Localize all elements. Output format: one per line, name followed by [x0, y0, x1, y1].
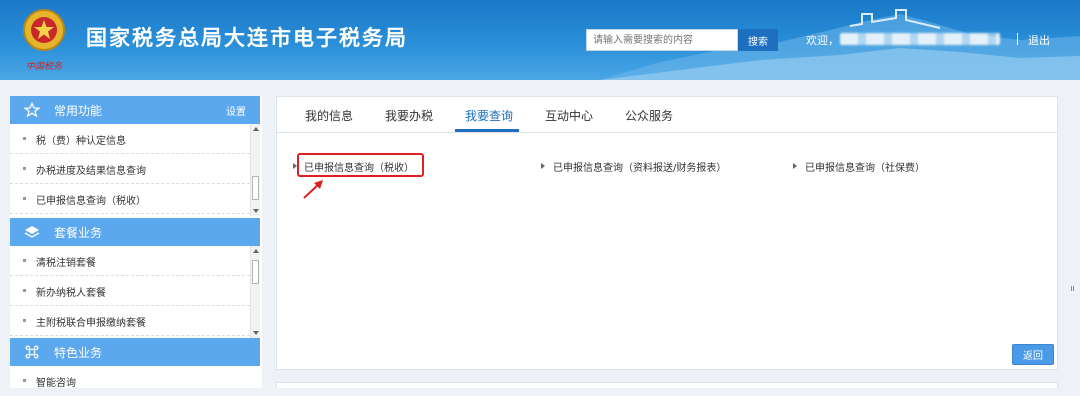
- highlight-annotation-box: [297, 153, 424, 177]
- caret-right-icon: [541, 163, 545, 169]
- section-title: 特色业务: [54, 346, 103, 360]
- menu-item[interactable]: 已申报信息查询（税收）: [10, 184, 250, 214]
- scroll-thumb[interactable]: [252, 260, 259, 284]
- caret-right-icon: [793, 163, 797, 169]
- annotation-arrow-icon: [303, 180, 323, 199]
- query-link-financial-reports[interactable]: 已申报信息查询（资料报送/财务报表）: [553, 159, 726, 174]
- section-header-packages[interactable]: 套餐业务: [10, 218, 260, 246]
- scroll-up-icon[interactable]: [253, 127, 259, 131]
- menu-item-label: 新办纳税人套餐: [36, 288, 106, 299]
- menu-item-label: 税（费）种认定信息: [36, 136, 126, 147]
- site-title: 国家税务总局大连市电子税务局: [86, 26, 408, 50]
- page-scroll-grip-icon[interactable]: [1071, 286, 1074, 291]
- menu-item[interactable]: 税（费）种认定信息: [10, 124, 250, 154]
- menu-item-label: 智能咨询: [36, 378, 76, 389]
- bullet-icon: [23, 197, 26, 200]
- sidebar: 常用功能 设置 税（费）种认定信息 办税进度及结果信息查询 已申报信息查询（税收…: [10, 96, 262, 389]
- menu-item-label: 主附税联合申报缴纳套餐: [36, 318, 146, 329]
- top-header: 中国税务 国家税务总局大连市电子税务局 搜索 欢迎， 退出: [0, 0, 1080, 80]
- lower-panel-edge: [276, 382, 1058, 388]
- tab-query[interactable]: 我要查询: [465, 107, 513, 124]
- tab-public-service[interactable]: 公众服务: [625, 107, 673, 124]
- bullet-icon: [23, 259, 26, 262]
- bullet-icon: [23, 167, 26, 170]
- scroll-up-icon[interactable]: [253, 249, 259, 253]
- menu-item-label: 办税进度及结果信息查询: [36, 166, 146, 177]
- tab-my-info[interactable]: 我的信息: [305, 107, 353, 124]
- bullet-icon: [23, 319, 26, 322]
- query-link-social-security[interactable]: 已申报信息查询（社保费）: [805, 159, 925, 174]
- sidebar-scrollbar[interactable]: [250, 124, 260, 216]
- section-header-common[interactable]: 常用功能 设置: [10, 96, 260, 124]
- menu-item[interactable]: 智能咨询: [10, 366, 250, 396]
- layers-icon: [24, 226, 40, 238]
- svg-text:中国税务: 中国税务: [26, 61, 63, 72]
- tab-interaction[interactable]: 互动中心: [545, 107, 593, 124]
- welcome-text: 欢迎，: [806, 34, 839, 47]
- tab-bar: 我的信息 我要办税 我要查询 互动中心 公众服务: [277, 97, 1057, 133]
- main-panel: 我的信息 我要办税 我要查询 互动中心 公众服务 已申报信息查询（税收） 已申报…: [276, 96, 1058, 370]
- star-icon: [24, 102, 40, 118]
- scroll-thumb[interactable]: [252, 176, 259, 200]
- blurred-username: [840, 33, 1000, 45]
- menu-item[interactable]: 清税注销套餐: [10, 246, 250, 276]
- section-title: 常用功能: [54, 104, 103, 118]
- scroll-down-icon[interactable]: [253, 331, 259, 335]
- sidebar-scrollbar[interactable]: [250, 246, 260, 338]
- settings-link[interactable]: 设置: [226, 103, 246, 118]
- tab-do-tax[interactable]: 我要办税: [385, 107, 433, 124]
- bullet-icon: [23, 137, 26, 140]
- search-button[interactable]: 搜索: [738, 29, 778, 51]
- bullet-icon: [23, 289, 26, 292]
- command-icon: [25, 345, 39, 359]
- section-header-special[interactable]: 特色业务: [10, 338, 260, 366]
- tax-emblem-logo: 中国税务: [23, 9, 65, 72]
- active-tab-indicator: [455, 129, 519, 132]
- bullet-icon: [23, 379, 26, 382]
- header-divider: [1017, 33, 1018, 45]
- back-button[interactable]: 返回: [1012, 344, 1054, 365]
- search-input[interactable]: [586, 29, 738, 51]
- menu-item-label: 清税注销套餐: [36, 258, 96, 269]
- scroll-down-icon[interactable]: [253, 209, 259, 213]
- menu-item[interactable]: 办税进度及结果信息查询: [10, 154, 250, 184]
- menu-item[interactable]: 新办纳税人套餐: [10, 276, 250, 306]
- menu-item[interactable]: 主附税联合申报缴纳套餐: [10, 306, 250, 336]
- section-title: 套餐业务: [54, 226, 103, 240]
- logout-link[interactable]: 退出: [1028, 32, 1050, 48]
- menu-item-label: 已申报信息查询（税收）: [36, 196, 146, 207]
